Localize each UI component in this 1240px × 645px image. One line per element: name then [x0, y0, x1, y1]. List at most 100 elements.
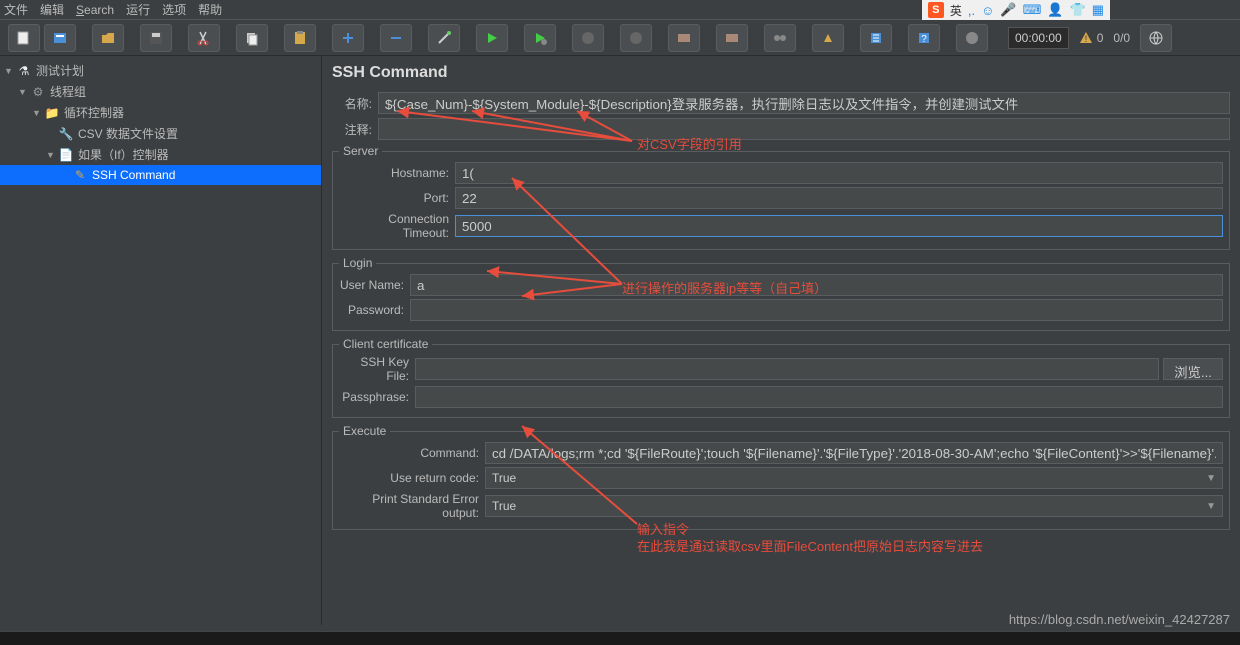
- command-label: Command:: [339, 446, 479, 460]
- keyfile-input[interactable]: [415, 358, 1159, 380]
- document-icon: 📄: [58, 147, 74, 163]
- paste-button[interactable]: [284, 24, 316, 52]
- tree-node-test-plan[interactable]: ▼ ⚗ 测试计划: [0, 60, 321, 81]
- toggle-icon[interactable]: ▼: [4, 66, 16, 76]
- ime-shirt-icon[interactable]: 👕: [1070, 2, 1086, 18]
- remove-button[interactable]: [380, 24, 412, 52]
- keyfile-label: SSH Key File:: [339, 355, 409, 383]
- execute-legend: Execute: [339, 424, 390, 438]
- wrench-icon: 🔧: [58, 126, 74, 142]
- menu-run[interactable]: 运行: [126, 1, 150, 18]
- passphrase-input[interactable]: [415, 386, 1223, 408]
- start-button[interactable]: [476, 24, 508, 52]
- ime-smile-icon[interactable]: ☺: [981, 3, 994, 18]
- username-input[interactable]: [410, 274, 1223, 296]
- name-input[interactable]: [378, 92, 1230, 114]
- toggle-icon[interactable]: ▼: [46, 150, 58, 160]
- execute-fieldset: Execute Command: Use return code: True ▼…: [332, 424, 1230, 530]
- cert-fieldset: Client certificate SSH Key File: 浏览... P…: [332, 337, 1230, 418]
- ime-person-icon[interactable]: 👤: [1047, 2, 1063, 18]
- ime-keyboard-icon[interactable]: ⌨: [1023, 2, 1042, 18]
- new-button[interactable]: [8, 24, 40, 52]
- sogou-icon[interactable]: S: [928, 2, 944, 18]
- content-panel: SSH Command 名称: 注释: Server Hostname: Por…: [322, 56, 1240, 625]
- test-plan-tree[interactable]: ▼ ⚗ 测试计划 ▼ ⚙ 线程组 ▼ 📁 循环控制器 🔧 CSV 数据文件设置 …: [0, 56, 322, 625]
- save-button[interactable]: [140, 24, 172, 52]
- templates-button[interactable]: [44, 24, 76, 52]
- ime-comma-icon[interactable]: ,.: [968, 3, 975, 18]
- port-input[interactable]: [455, 187, 1223, 209]
- name-label: 名称:: [332, 95, 372, 112]
- help-button[interactable]: [956, 24, 988, 52]
- server-fieldset: Server Hostname: Port: Connection Timeou…: [332, 144, 1230, 250]
- menu-edit[interactable]: 编辑: [40, 1, 64, 18]
- stderr-label: Print Standard Error output:: [339, 492, 479, 520]
- timeout-label: Connection Timeout:: [339, 212, 449, 240]
- warning-icon: !: [1079, 31, 1093, 45]
- annotation-cmd2: 在此我是通过读取csv里面FileContent把原始日志内容写进去: [637, 536, 983, 555]
- ime-grid-icon[interactable]: ▦: [1092, 2, 1104, 18]
- open-button[interactable]: [92, 24, 124, 52]
- start-no-timer-button[interactable]: [524, 24, 556, 52]
- tree-label: SSH Command: [92, 168, 175, 182]
- login-legend: Login: [339, 256, 376, 270]
- menu-help[interactable]: 帮助: [198, 1, 222, 18]
- cut-button[interactable]: [188, 24, 220, 52]
- stop-button[interactable]: [572, 24, 604, 52]
- hostname-input[interactable]: [455, 162, 1223, 184]
- password-label: Password:: [339, 303, 404, 317]
- return-code-value: True: [492, 471, 516, 485]
- tree-node-if-controller[interactable]: ▼ 📄 如果（If）控制器: [0, 144, 321, 165]
- port-label: Port:: [339, 191, 449, 205]
- wand-button[interactable]: [428, 24, 460, 52]
- folder-icon: 📁: [44, 105, 60, 121]
- passphrase-label: Passphrase:: [339, 390, 409, 404]
- pencil-icon: ✎: [72, 167, 88, 183]
- shutdown-button[interactable]: [620, 24, 652, 52]
- remote-shutdown-button[interactable]: [764, 24, 796, 52]
- tree-node-thread-group[interactable]: ▼ ⚙ 线程组: [0, 81, 321, 102]
- tree-node-csv-config[interactable]: 🔧 CSV 数据文件设置: [0, 123, 321, 144]
- stderr-value: True: [492, 499, 516, 513]
- add-button[interactable]: [332, 24, 364, 52]
- warn-count: 0: [1097, 31, 1104, 45]
- comment-input[interactable]: [378, 118, 1230, 140]
- tree-label: CSV 数据文件设置: [78, 125, 178, 142]
- tree-node-loop-controller[interactable]: ▼ 📁 循环控制器: [0, 102, 321, 123]
- password-input[interactable]: [410, 299, 1223, 321]
- toggle-icon[interactable]: ▼: [18, 87, 30, 97]
- remote-start-button[interactable]: [668, 24, 700, 52]
- tree-label: 线程组: [50, 83, 86, 100]
- globe-button[interactable]: [1140, 24, 1172, 52]
- watermark: https://blog.csdn.net/weixin_42427287: [1009, 612, 1230, 627]
- svg-text:!: !: [1084, 34, 1087, 44]
- gear-icon: ⚙: [30, 84, 46, 100]
- chevron-down-icon: ▼: [1206, 501, 1216, 512]
- menu-options[interactable]: 选项: [162, 1, 186, 18]
- menu-file[interactable]: 文件: [4, 1, 28, 18]
- flask-icon: ⚗: [16, 63, 32, 79]
- login-fieldset: Login User Name: Password:: [332, 256, 1230, 331]
- stderr-select[interactable]: True ▼: [485, 495, 1223, 517]
- remote-stop-button[interactable]: [716, 24, 748, 52]
- server-legend: Server: [339, 144, 382, 158]
- menu-search[interactable]: Search: [76, 3, 114, 17]
- run-status: 0/0: [1113, 31, 1130, 45]
- ime-mic-icon[interactable]: 🎤: [1000, 2, 1016, 18]
- browse-button[interactable]: 浏览...: [1163, 358, 1223, 380]
- function-helper-button[interactable]: ?: [908, 24, 940, 52]
- command-input[interactable]: [485, 442, 1223, 464]
- cert-legend: Client certificate: [339, 337, 432, 351]
- ime-lang[interactable]: 英: [950, 2, 962, 19]
- timer-display: 00:00:00: [1008, 27, 1069, 49]
- return-code-select[interactable]: True ▼: [485, 467, 1223, 489]
- warn-status: ! 0: [1079, 31, 1104, 45]
- hostname-label: Hostname:: [339, 166, 449, 180]
- clear-button[interactable]: [812, 24, 844, 52]
- clear-all-button[interactable]: [860, 24, 892, 52]
- tree-label: 测试计划: [36, 62, 84, 79]
- toggle-icon[interactable]: ▼: [32, 108, 44, 118]
- copy-button[interactable]: [236, 24, 268, 52]
- timeout-input[interactable]: [455, 215, 1223, 237]
- tree-node-ssh-command[interactable]: ✎ SSH Command: [0, 165, 321, 185]
